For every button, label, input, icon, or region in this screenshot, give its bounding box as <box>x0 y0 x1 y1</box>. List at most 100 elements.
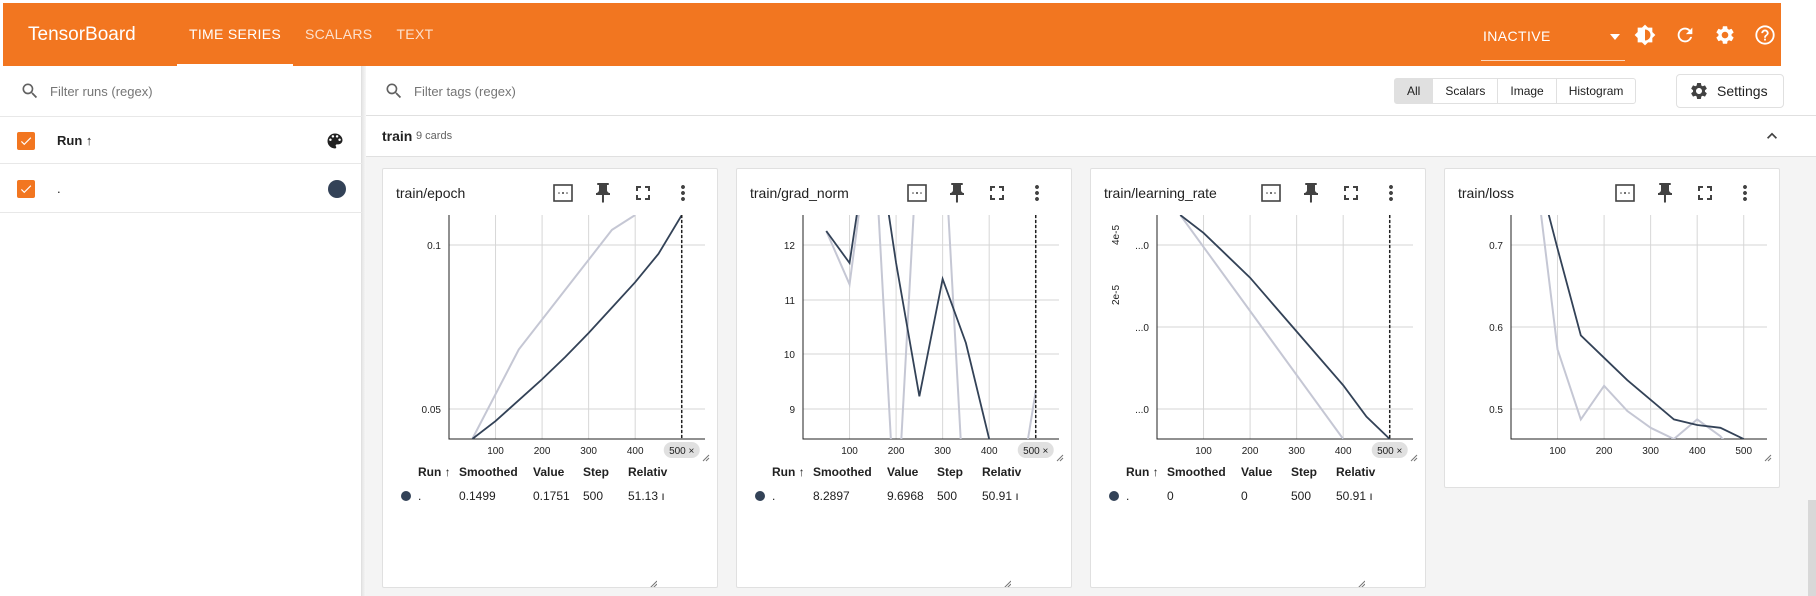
table-header[interactable]: Relativ <box>1336 465 1375 479</box>
fullscreen-icon[interactable] <box>985 181 1009 205</box>
run-checkbox[interactable] <box>17 180 35 198</box>
fullscreen-icon[interactable] <box>631 181 655 205</box>
filter-image-button[interactable]: Image <box>1498 79 1557 103</box>
filter-scalars-button[interactable]: Scalars <box>1433 79 1499 103</box>
select-all-checkbox[interactable] <box>17 132 35 150</box>
smoothed-series-line <box>471 215 683 439</box>
x-tick-label: 200 <box>1596 446 1613 457</box>
table-header[interactable]: Step <box>583 465 609 479</box>
y-tick-label: 0.5 <box>1489 405 1503 416</box>
scrollbar[interactable] <box>1808 500 1816 596</box>
scalar-card: train/grad_norm 12 11 10 9 100 200 300 400 500 × R… <box>736 168 1072 588</box>
x-tick-label: 300 <box>934 446 951 457</box>
pin-icon[interactable] <box>1653 181 1677 205</box>
x-tick-label: 400 <box>1335 446 1352 457</box>
tab-time-series[interactable]: TIME SERIES <box>177 3 293 66</box>
line-chart[interactable]: 0.1 0.05 100 200 300 400 500 × <box>383 215 718 465</box>
theme-icon[interactable] <box>1634 24 1656 46</box>
x-tick-label: 400 <box>981 446 998 457</box>
run-color-dot <box>1109 491 1119 501</box>
table-cell: 500 <box>583 489 604 503</box>
chevron-up-icon[interactable] <box>1762 126 1782 151</box>
table-resize-handle[interactable] <box>1357 575 1366 587</box>
table-header[interactable]: Smoothed <box>459 465 518 479</box>
status-dropdown[interactable]: INACTIVE <box>1481 3 1625 66</box>
table-header[interactable]: Relativ <box>628 465 667 479</box>
x-tick-label: 200 <box>534 446 551 457</box>
search-icon <box>386 83 402 99</box>
table-cell: . <box>1126 489 1130 503</box>
more-vert-icon[interactable] <box>671 181 695 205</box>
smoothed-series-line <box>825 215 991 439</box>
more-vert-icon[interactable] <box>1733 181 1757 205</box>
filter-all-button[interactable]: All <box>1395 79 1434 103</box>
line-chart[interactable]: 12 11 10 9 100 200 300 400 500 × <box>737 215 1072 465</box>
scalar-card: train/epoch 0.1 0.05 100 200 300 400 500 × Run ↑… <box>382 168 718 588</box>
card-group-header[interactable]: train 9 cards <box>366 116 1816 157</box>
table-resize-handle[interactable] <box>649 575 658 587</box>
table-header[interactable]: Step <box>1291 465 1317 479</box>
filter-histogram-button[interactable]: Histogram <box>1557 79 1636 103</box>
line-chart[interactable]: ...0 ...0 ...0 4e-5 2e-5 100 200 300 400 500 × <box>1091 215 1426 465</box>
table-cell: 0.1499 <box>459 489 496 503</box>
tags-search[interactable]: Filter tags (regex) <box>384 80 984 102</box>
pin-icon[interactable] <box>591 181 615 205</box>
table-header[interactable]: Value <box>533 465 564 479</box>
table-header[interactable]: Smoothed <box>1167 465 1226 479</box>
card-title: train/grad_norm <box>750 185 849 201</box>
step-badge[interactable]: 500 × <box>663 442 700 458</box>
run-color-dot <box>755 491 765 501</box>
table-header[interactable]: Value <box>887 465 918 479</box>
x-tick-label: 100 <box>487 446 504 457</box>
pin-icon[interactable] <box>1299 181 1323 205</box>
table-header[interactable]: Run ↑ <box>772 465 805 479</box>
step-badge[interactable]: 500 × <box>1017 442 1054 458</box>
y-tick-label: ...0 <box>1135 241 1149 252</box>
step-badge[interactable]: 500 × <box>1371 442 1408 458</box>
x-tick-label: 100 <box>1195 446 1212 457</box>
tab-scalars[interactable]: SCALARS <box>293 3 384 66</box>
help-icon[interactable] <box>1754 24 1776 46</box>
plot-resize-handle <box>1410 454 1418 462</box>
more-vert-icon[interactable] <box>1379 181 1403 205</box>
fullscreen-icon[interactable] <box>1693 181 1717 205</box>
settings-button[interactable]: Settings <box>1676 74 1784 108</box>
table-header[interactable]: Smoothed <box>813 465 872 479</box>
group-count: 9 cards <box>416 130 453 142</box>
table-header[interactable]: Value <box>1241 465 1272 479</box>
scalar-card: train/learning_rate ...0 ...0 ...0 4e-5 2e-5 1… <box>1090 168 1426 588</box>
refresh-icon[interactable] <box>1674 24 1696 46</box>
table-header[interactable]: Run ↑ <box>418 465 451 479</box>
fit-domain-icon[interactable] <box>1613 181 1637 205</box>
palette-icon[interactable] <box>325 131 345 156</box>
line-chart[interactable]: 0.7 0.6 0.5 100 200 300 400 500 <box>1445 215 1780 465</box>
fit-domain-icon[interactable] <box>551 181 575 205</box>
table-cell: 0 <box>1241 489 1248 503</box>
x-tick-label: 300 <box>580 446 597 457</box>
more-vert-icon[interactable] <box>1025 181 1049 205</box>
x-tick-label: 400 <box>627 446 644 457</box>
table-cell: 500 <box>937 489 958 503</box>
card-title: train/learning_rate <box>1104 185 1217 201</box>
fullscreen-icon[interactable] <box>1339 181 1363 205</box>
run-color-swatch[interactable] <box>328 180 346 198</box>
run-name: . <box>57 181 61 196</box>
run-column-header[interactable]: Run ↑ <box>57 133 92 148</box>
tags-search-input[interactable]: Filter tags (regex) <box>414 84 516 99</box>
step-badge-label: 500 × <box>1023 446 1048 457</box>
table-resize-handle[interactable] <box>1003 575 1012 587</box>
x-tick-label: 300 <box>1642 446 1659 457</box>
table-header[interactable]: Step <box>937 465 963 479</box>
pin-icon[interactable] <box>945 181 969 205</box>
table-header[interactable]: Relativ <box>982 465 1021 479</box>
settings-icon[interactable] <box>1714 24 1736 46</box>
status-label: INACTIVE <box>1483 28 1551 44</box>
tab-text[interactable]: TEXT <box>384 3 445 66</box>
runs-search-input[interactable]: Filter runs (regex) <box>50 84 153 99</box>
table-header[interactable]: Run ↑ <box>1126 465 1159 479</box>
fit-domain-icon[interactable] <box>905 181 929 205</box>
x-tick-label: 300 <box>1288 446 1305 457</box>
runs-search[interactable]: Filter runs (regex) <box>20 80 350 102</box>
fit-domain-icon[interactable] <box>1259 181 1283 205</box>
runs-header-row: Run ↑ <box>0 116 362 164</box>
